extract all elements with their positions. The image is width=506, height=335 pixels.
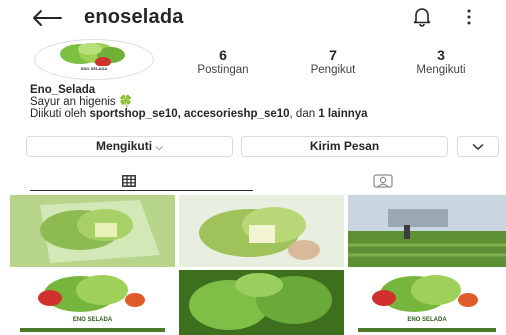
post-thumbnail[interactable] [10, 195, 175, 267]
avatar-logo-text: ENO SELADA [80, 66, 108, 71]
profile-tabs [0, 170, 506, 192]
followed-prefix: Diikuti oleh [30, 108, 90, 120]
followed-middle: , dan [289, 108, 319, 120]
tab-tagged[interactable] [253, 170, 506, 192]
followers-label: Pengikut [310, 64, 356, 76]
lettuce-logo-image [60, 43, 125, 73]
following-count: 3 [437, 47, 445, 63]
suggested-toggle-button[interactable] [457, 136, 499, 157]
tagged-icon [373, 174, 393, 188]
chevron-down-icon [472, 143, 484, 150]
lettuce-garden-image [179, 270, 344, 335]
posts-label: Postingan [197, 64, 249, 76]
top-bar: enoselada [0, 0, 506, 36]
post-thumbnail[interactable] [179, 195, 344, 267]
followers-count: 7 [329, 47, 337, 63]
post-thumbnail[interactable]: ENO SELADA [10, 270, 175, 335]
arrow-left-icon[interactable] [32, 9, 62, 27]
post-caption: ENO SELADA [407, 317, 447, 323]
following-button-label: Mengikuti [96, 139, 153, 153]
profile-username: enoselada [84, 6, 184, 28]
active-tab-underline [30, 190, 253, 191]
lettuce-hand-image [179, 195, 344, 267]
post-thumbnail[interactable]: ENO SELADA [348, 270, 506, 335]
followed-others: 1 lainnya [318, 108, 368, 120]
followed-by-text[interactable]: Diikuti oleh sportshop_se10, accesoriesh… [30, 108, 500, 120]
stat-following[interactable]: 3 Mengikuti [396, 48, 486, 77]
post-thumbnail[interactable] [348, 195, 506, 267]
chevron-down-icon: ⌵ [155, 142, 163, 153]
following-button[interactable]: Mengikuti ⌵ [26, 136, 233, 157]
following-label: Mengikuti [416, 64, 466, 76]
profile-avatar[interactable]: ENO SELADA [34, 39, 154, 80]
bell-icon[interactable] [413, 7, 431, 27]
lettuce-product-image [10, 270, 175, 335]
followed-names: sportshop_se10, accesorieshp_se10 [89, 108, 290, 120]
farm-field-image [348, 195, 506, 267]
profile-bio: Eno_Selada Sayur an higenis 🍀 Diikuti ol… [30, 84, 500, 120]
stat-posts[interactable]: 6 Postingan [178, 48, 268, 77]
message-button[interactable]: Kirim Pesan [241, 136, 448, 157]
more-vertical-icon[interactable] [466, 8, 472, 26]
post-thumbnail[interactable] [179, 270, 344, 335]
posts-count: 6 [219, 47, 227, 63]
stat-followers[interactable]: 7 Pengikut [288, 48, 378, 77]
tab-grid[interactable] [0, 170, 253, 192]
lettuce-bag-image [10, 195, 175, 267]
message-button-label: Kirim Pesan [309, 139, 380, 153]
lettuce-product-image [348, 270, 506, 335]
grid-icon [122, 175, 136, 187]
profile-name: Eno_Selada [30, 84, 96, 96]
bio-description: Sayur an higenis 🍀 [30, 96, 134, 108]
post-caption: ENO SELADA [72, 317, 113, 323]
